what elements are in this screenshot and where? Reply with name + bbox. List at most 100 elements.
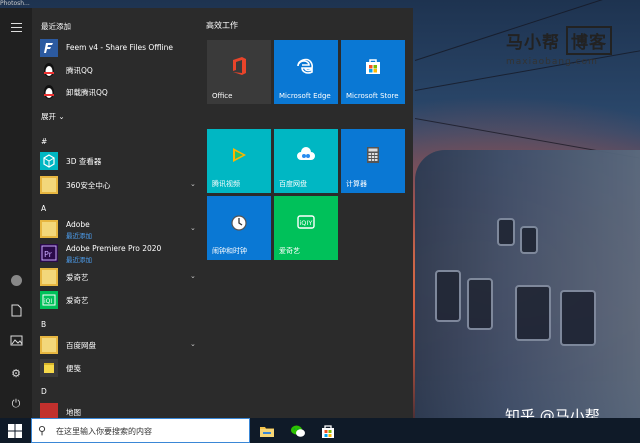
tile-label: 腾讯视频 — [212, 180, 240, 188]
app-item-maps[interactable]: 地图 — [40, 403, 190, 418]
app-name: Adobe Premiere Pro 2020 — [66, 244, 162, 253]
blog-watermark: 马小帮 博客 maxiaobang.com — [506, 26, 626, 67]
watermark-sub: maxiaobang.com — [506, 57, 598, 67]
taskbar: ⚲ 在这里输入你要搜索的内容 — [0, 418, 640, 443]
app-name: 便笺 — [66, 364, 81, 373]
folder-icon — [40, 336, 58, 354]
power-icon[interactable]: ⏻ — [8, 396, 24, 412]
train-illustration — [415, 150, 640, 420]
svg-text:Pr: Pr — [44, 250, 53, 259]
documents-icon[interactable] — [8, 304, 24, 320]
tile-label: 爱奇艺 — [279, 247, 300, 255]
tile-group-title[interactable]: 高效工作 — [206, 20, 238, 31]
iqiyi-icon: iQI — [40, 291, 58, 309]
hamburger-menu-icon[interactable] — [8, 20, 24, 36]
app-name: 360安全中心 — [66, 181, 111, 190]
expand-toggle[interactable]: 展开 ⌄ — [41, 111, 65, 122]
app-item-sticky-notes[interactable]: 便笺 — [40, 359, 190, 377]
app-name: 地图 — [66, 408, 81, 417]
tile-alarm-clock[interactable]: 闹钟和时钟 — [207, 196, 271, 260]
baidu-netdisk-icon — [297, 147, 315, 160]
file-explorer-icon[interactable] — [259, 423, 275, 439]
tile-label: Office — [212, 92, 233, 100]
wechat-icon[interactable] — [290, 423, 306, 439]
windows-start-icon[interactable] — [8, 424, 22, 438]
window-title-fragment: Photosh... — [0, 0, 30, 7]
calculator-icon — [367, 147, 379, 163]
app-item-adobe[interactable]: Adobe 最近添加 ⌄ — [40, 220, 196, 240]
tile-iqiyi[interactable]: iQIY 爱奇艺 — [274, 196, 338, 260]
store-icon — [366, 59, 380, 74]
chevron-down-icon: ⌄ — [58, 112, 65, 121]
svg-text:iQI: iQI — [44, 298, 52, 305]
app-name: 百度网盘 — [66, 341, 96, 350]
iqiyi-icon: iQIY — [297, 215, 315, 229]
qq-penguin-icon — [40, 83, 58, 101]
search-icon: ⚲ — [38, 424, 47, 437]
tencent-video-icon — [233, 148, 246, 162]
app-name: 腾讯QQ — [66, 66, 93, 75]
chevron-down-icon[interactable]: ⌄ — [190, 340, 196, 348]
tile-label: 计算器 — [346, 180, 367, 188]
folder-icon — [40, 220, 58, 238]
section-heading-recent: 最近添加 — [41, 22, 71, 31]
chevron-down-icon[interactable]: ⌄ — [190, 224, 196, 232]
3d-viewer-icon — [40, 152, 58, 170]
store-icon[interactable] — [320, 423, 336, 439]
chevron-down-icon[interactable]: ⌄ — [190, 272, 196, 280]
app-name: Feem v4 - Share Files Offline — [66, 43, 173, 52]
premiere-icon: Pr — [40, 244, 58, 262]
app-sub-label: 最近添加 — [66, 232, 92, 240]
tile-edge[interactable]: Microsoft Edge — [274, 40, 338, 104]
tiles-pane: 高效工作 Office Microsoft Edge Microsoft Sto… — [197, 8, 413, 418]
section-letter[interactable]: B — [41, 320, 46, 329]
qq-penguin-icon — [40, 61, 58, 79]
app-name: 爱奇艺 — [66, 273, 89, 282]
search-placeholder: 在这里输入你要搜索的内容 — [56, 427, 152, 436]
tile-label: 闹钟和时钟 — [212, 247, 247, 255]
sticky-notes-icon — [40, 359, 58, 377]
app-sub-label: 最近添加 — [66, 256, 92, 264]
app-item-uninstall-qq[interactable]: 卸载腾讯QQ — [40, 83, 190, 101]
app-name: 卸载腾讯QQ — [66, 88, 108, 97]
feem-icon — [40, 39, 58, 57]
tile-store[interactable]: Microsoft Store — [341, 40, 405, 104]
watermark-main: 马小帮 — [506, 33, 560, 53]
section-letter[interactable]: # — [41, 137, 47, 146]
folder-icon — [40, 176, 58, 194]
app-item-premiere[interactable]: Pr Adobe Premiere Pro 2020 最近添加 — [40, 244, 190, 264]
tile-baidu-netdisk[interactable]: 百度网盘 — [274, 129, 338, 193]
app-item-feem[interactable]: Feem v4 - Share Files Offline — [40, 39, 190, 57]
edge-icon — [297, 58, 313, 74]
app-item-baidu-folder[interactable]: 百度网盘 ⌄ — [40, 336, 196, 354]
app-name: 爱奇艺 — [66, 296, 89, 305]
office-icon — [233, 57, 246, 75]
folder-icon — [40, 268, 58, 286]
app-item-iqiyi-folder[interactable]: 爱奇艺 ⌄ — [40, 268, 196, 286]
user-avatar-icon[interactable] — [8, 273, 24, 289]
taskbar-search-box[interactable]: ⚲ 在这里输入你要搜索的内容 — [31, 418, 250, 443]
tile-calculator[interactable]: 计算器 — [341, 129, 405, 193]
app-item-3d-viewer[interactable]: 3D 查看器 — [40, 152, 190, 170]
app-item-360[interactable]: 360安全中心 ⌄ — [40, 176, 196, 194]
app-name: 3D 查看器 — [66, 157, 102, 166]
maps-icon — [40, 403, 58, 418]
pictures-icon[interactable] — [8, 335, 24, 351]
start-rail: ⚙ ⏻ — [0, 8, 32, 418]
alarm-clock-icon — [231, 215, 247, 231]
section-letter[interactable]: D — [41, 387, 47, 396]
svg-text:iQIY: iQIY — [300, 219, 313, 227]
settings-gear-icon[interactable]: ⚙ — [8, 366, 24, 382]
section-letter[interactable]: A — [41, 204, 46, 213]
tile-label: 百度网盘 — [279, 180, 307, 188]
tile-tencent-video[interactable]: 腾讯视频 — [207, 129, 271, 193]
app-item-iqiyi[interactable]: iQI 爱奇艺 — [40, 291, 190, 309]
tile-office[interactable]: Office — [207, 40, 271, 104]
tile-label: Microsoft Edge — [279, 92, 331, 100]
app-list: 最近添加 Feem v4 - Share Files Offline 腾讯QQ … — [32, 8, 197, 418]
chevron-down-icon[interactable]: ⌄ — [190, 180, 196, 188]
app-item-qq[interactable]: 腾讯QQ — [40, 61, 190, 79]
watermark-boxed: 博客 — [566, 26, 612, 55]
start-menu: ⚙ ⏻ 最近添加 Feem v4 - Share Files Offline 腾… — [0, 8, 413, 418]
tile-label: Microsoft Store — [346, 92, 399, 100]
